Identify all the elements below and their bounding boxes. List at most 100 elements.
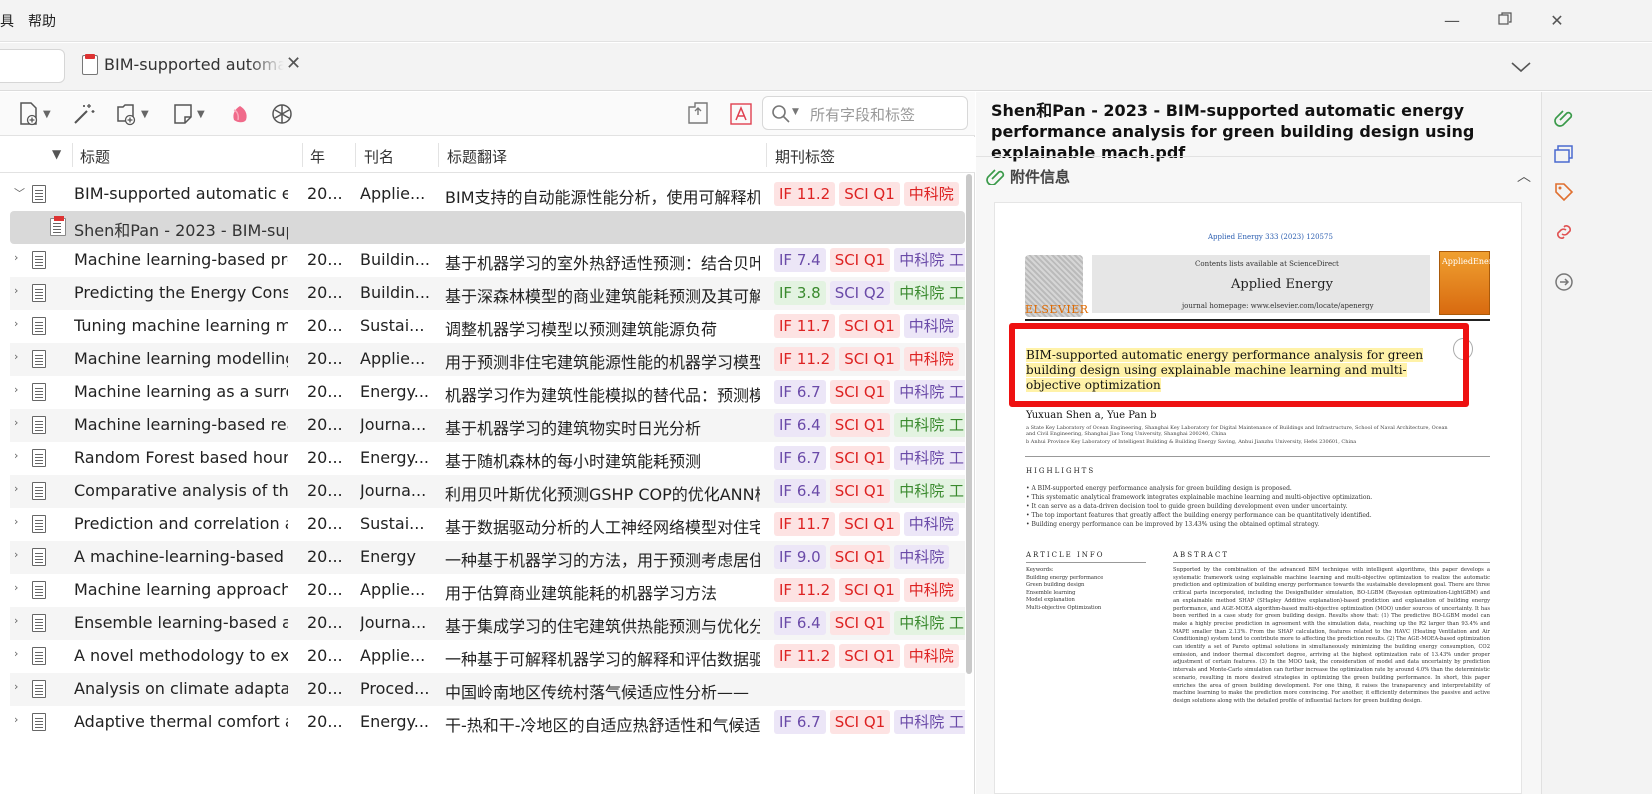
search-input[interactable]: ▼ 所有字段和标签: [762, 96, 968, 130]
column-divider[interactable]: [355, 143, 356, 167]
table-row[interactable]: › Comparative analysis of the optimizatio…: [10, 475, 965, 508]
plugin-flower-button[interactable]: [228, 100, 252, 128]
document-icon: [32, 713, 46, 731]
table-row[interactable]: › A machine-learning-based approach 20... E…: [10, 541, 965, 574]
pdf-preview[interactable]: Applied Energy 333 (2023) 120575 ELSEVIE…: [994, 202, 1522, 794]
add-attachment-button[interactable]: ▼: [114, 100, 149, 128]
row-translation: 基于深森林模型的商业建筑能耗预测及其可解释: [445, 287, 760, 306]
tag-icon[interactable]: [1554, 182, 1574, 202]
chevron-right-icon[interactable]: ›: [14, 416, 18, 429]
journal-tag: IF 6.4: [774, 611, 826, 635]
column-divider[interactable]: [302, 143, 303, 167]
row-translation: BIM支持的自动能源性能分析，使用可解释机器学习: [445, 188, 760, 207]
chevron-right-icon[interactable]: ›: [14, 515, 18, 528]
column-journal[interactable]: 刊名: [364, 146, 394, 167]
row-translation: 基于随机森林的每小时建筑能耗预测: [445, 452, 702, 471]
table-row[interactable]: › Machine learning-based prediction 20... B…: [10, 244, 965, 277]
row-title: Machine learning approaches: [74, 580, 288, 599]
chevron-right-icon[interactable]: ›: [14, 614, 18, 627]
table-row[interactable]: › Machine learning as a surrogate 20... Ene…: [10, 376, 965, 409]
highlight-annotation-box: [1009, 323, 1469, 407]
chevron-down-icon[interactable]: [1510, 57, 1532, 77]
new-item-button[interactable]: ▼: [18, 100, 51, 128]
chevron-right-icon[interactable]: ›: [14, 548, 18, 561]
row-year: 20...: [307, 415, 343, 434]
column-translation[interactable]: 标题翻译: [447, 146, 507, 167]
column-title[interactable]: 标题: [80, 146, 110, 167]
items-toolbar: ▼ ▼ ▼ ▼ 所有字段和标签: [0, 92, 975, 136]
table-row[interactable]: › Analysis on climate adaptability 20... Pr…: [10, 673, 965, 706]
chevron-right-icon[interactable]: ›: [14, 317, 18, 330]
table-row[interactable]: ﹀ BIM-supported automatic energy performa…: [10, 178, 965, 211]
row-title: Random Forest based hourly: [74, 448, 288, 467]
table-row[interactable]: › Prediction and correlation analysis 20..…: [10, 508, 965, 541]
table-row[interactable]: › Machine learning-based real-time 20... Jo…: [10, 409, 965, 442]
table-row[interactable]: › Machine learning modelling for 20... Appl…: [10, 343, 965, 376]
chevron-right-icon[interactable]: ›: [14, 383, 18, 396]
document-icon: [32, 251, 46, 269]
chevron-up-icon[interactable]: ︿: [1517, 166, 1531, 186]
column-divider[interactable]: [438, 143, 439, 167]
table-row[interactable]: › Random Forest based hourly 20... Energy..…: [10, 442, 965, 475]
close-window-icon[interactable]: ✕: [1548, 12, 1566, 30]
journal-tag: IF 3.8: [774, 281, 826, 305]
row-title: Machine learning as a surrogate: [74, 382, 288, 401]
chevron-right-icon[interactable]: ›: [14, 449, 18, 462]
menu-help[interactable]: 帮助: [28, 11, 56, 31]
row-title: Ensemble learning-based approach: [74, 613, 288, 632]
scrollbar[interactable]: [966, 174, 972, 674]
column-divider[interactable]: [766, 143, 767, 167]
column-picker-chevron-icon[interactable]: ▼: [52, 147, 61, 161]
chevron-right-icon[interactable]: ›: [14, 581, 18, 594]
chevron-right-icon[interactable]: ›: [14, 647, 18, 660]
chevron-right-icon[interactable]: ›: [14, 350, 18, 363]
tab-library[interactable]: [0, 49, 65, 83]
document-icon: [32, 515, 46, 533]
tab-document[interactable]: BIM-supported automat ✕: [80, 51, 320, 81]
attachment-row[interactable]: Shen和Pan - 2023 - BIM-supported: [10, 211, 965, 244]
journal-tag: SCI Q1: [839, 578, 900, 602]
chevron-right-icon[interactable]: ›: [14, 713, 18, 726]
journal-tag: SCI Q1: [829, 545, 891, 569]
table-row[interactable]: › Predicting the Energy Consumption 20... B…: [10, 277, 965, 310]
table-row[interactable]: › Ensemble learning-based approach 20... Jo…: [10, 607, 965, 640]
chevron-right-icon[interactable]: ›: [14, 284, 18, 297]
export-icon: [688, 102, 708, 124]
new-note-button[interactable]: ▼: [172, 100, 205, 128]
table-row[interactable]: › Machine learning approaches 20... Applie.…: [10, 574, 965, 607]
row-translation: 用于估算商业建筑能耗的机器学习方法: [445, 584, 718, 603]
journal-tag: SCI Q1: [839, 644, 900, 668]
preview-abstract: Supported by the combination of the adva…: [1173, 567, 1490, 704]
attachment-info-section[interactable]: 附件信息 ︿: [986, 164, 1531, 188]
journal-tag: SCI Q1: [829, 710, 891, 734]
export-button[interactable]: [686, 100, 710, 128]
chevron-down-icon[interactable]: ﹀: [14, 185, 25, 201]
link-icon[interactable]: [1554, 222, 1574, 242]
paperclip-icon[interactable]: [1554, 108, 1574, 128]
row-tags: IF 6.4 SCI Q1 中科院 工: [774, 611, 965, 637]
row-year: 20...: [307, 646, 343, 665]
chevron-right-icon[interactable]: ›: [14, 680, 18, 693]
column-year[interactable]: 年: [310, 146, 325, 167]
annotation-button[interactable]: [730, 100, 752, 128]
row-title: Predicting the Energy Consumption: [74, 283, 288, 302]
table-row[interactable]: › Adaptive thermal comfort and 20... Energy…: [10, 706, 965, 739]
font-a-icon: [730, 103, 752, 125]
locate-icon[interactable]: [1554, 272, 1574, 292]
chevron-right-icon[interactable]: ›: [14, 251, 18, 264]
minimize-icon[interactable]: —: [1443, 12, 1461, 30]
journal-tag: SCI Q1: [829, 248, 891, 272]
restore-icon[interactable]: [1496, 12, 1514, 30]
tab-close-icon[interactable]: ✕: [286, 53, 301, 74]
ai-assistant-button[interactable]: [270, 100, 294, 128]
table-row[interactable]: › Tuning machine learning models 20... Sust…: [10, 310, 965, 343]
table-row[interactable]: › A novel methodology to explain 20... Appl…: [10, 640, 965, 673]
row-journal: Journa...: [360, 481, 427, 500]
search-mode-caret[interactable]: ▼: [792, 107, 799, 117]
related-icon[interactable]: [1554, 144, 1574, 164]
column-tags[interactable]: 期刊标签: [775, 146, 835, 167]
row-tags: IF 11.2 SCI Q1 中科院: [774, 347, 965, 373]
chevron-right-icon[interactable]: ›: [14, 482, 18, 495]
magic-wand-button[interactable]: [72, 100, 96, 128]
menu-tools[interactable]: 具: [0, 11, 14, 31]
